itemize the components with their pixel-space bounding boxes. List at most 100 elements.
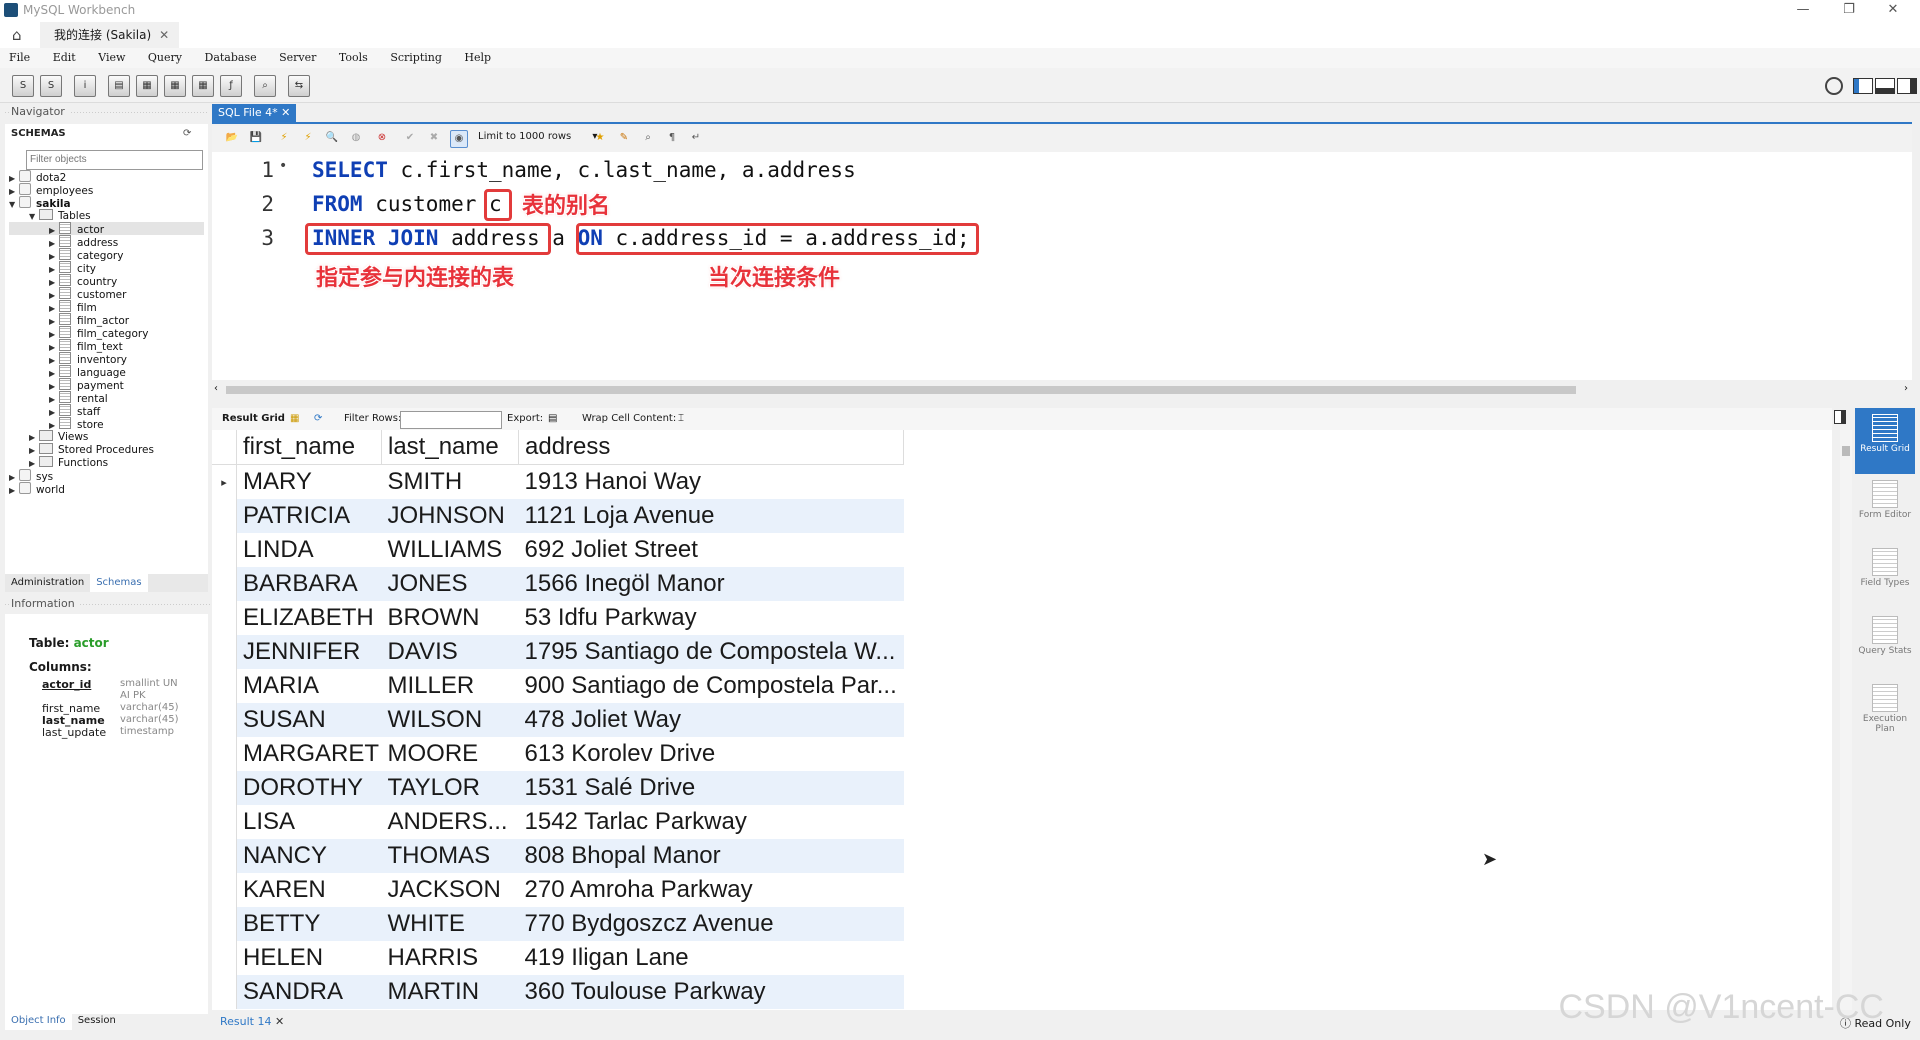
grid-cell-address[interactable]: 692 Joliet Street: [519, 533, 904, 567]
schema-sys[interactable]: ▶ sys: [9, 469, 204, 483]
wrap-cell-icon[interactable]: ⌶: [678, 413, 684, 424]
scrollbar-thumb[interactable]: [1842, 446, 1850, 456]
explain-icon[interactable]: 🔍: [324, 130, 340, 146]
toggle-sidebar-icon[interactable]: [1853, 78, 1873, 94]
create-view-icon[interactable]: ▦: [164, 75, 186, 97]
grid-cell-last-name[interactable]: HARRIS: [382, 941, 519, 975]
execute-icon[interactable]: ⚡: [276, 130, 292, 146]
table-film[interactable]: ▶ film: [9, 300, 204, 314]
create-procedure-icon[interactable]: ▦: [192, 75, 214, 97]
toggle-secondary-sidebar-icon[interactable]: [1897, 78, 1917, 94]
grid-cell-address[interactable]: 1531 Salé Drive: [518, 771, 904, 805]
grid-cell-first-name[interactable]: SUSAN: [236, 703, 382, 737]
scroll-right-icon[interactable]: ›: [1904, 383, 1908, 394]
table-row[interactable]: SANDRA MARTIN 360 Toulouse Parkway: [212, 975, 904, 1009]
grid-cell-first-name[interactable]: BETTY: [236, 907, 382, 941]
invisible-chars-icon[interactable]: ¶: [664, 130, 680, 146]
menu-server[interactable]: Server: [279, 48, 316, 68]
grid-cell-first-name[interactable]: BARBARA: [236, 567, 382, 601]
table-inventory[interactable]: ▶ inventory: [9, 352, 204, 366]
row-header[interactable]: [212, 567, 237, 601]
table-row[interactable]: KAREN JACKSON 270 Amroha Parkway: [212, 873, 904, 907]
grid-cell-first-name[interactable]: MARIA: [237, 669, 382, 703]
schema-employees[interactable]: ▶ employees: [9, 183, 204, 197]
create-schema-icon[interactable]: ▤: [108, 75, 130, 97]
table-address[interactable]: ▶ address: [9, 235, 204, 249]
commit-icon[interactable]: ✔: [402, 130, 418, 146]
menu-tools[interactable]: Tools: [339, 48, 368, 68]
row-header[interactable]: [212, 771, 237, 805]
tab-session[interactable]: Session: [72, 1012, 122, 1030]
grid-cell-address[interactable]: 53 Idfu Parkway: [519, 601, 904, 635]
grid-cell-address[interactable]: 478 Joliet Way: [518, 703, 904, 737]
close-tab-icon[interactable]: ✕: [275, 1015, 284, 1028]
toggle-error-icon[interactable]: ⊗: [374, 130, 390, 146]
scrollbar-thumb[interactable]: [226, 386, 1576, 394]
node-stored-procedures[interactable]: ▶ Stored Procedures: [9, 443, 204, 456]
settings-gear-icon[interactable]: [1825, 77, 1843, 95]
schema-world[interactable]: ▶ world: [9, 482, 204, 496]
table-customer[interactable]: ▶ customer: [9, 287, 204, 301]
sql-editor[interactable]: 1 2 3 • SELECT c.first_name, c.last_name…: [212, 152, 1912, 380]
minimize-button[interactable]: —: [1788, 2, 1818, 17]
grid-cell-last-name[interactable]: JOHNSON: [381, 499, 519, 533]
column-header-first-name[interactable]: first_name: [236, 430, 382, 465]
grid-cell-address[interactable]: 770 Bydgoszcz Avenue: [518, 907, 904, 941]
grid-cell-address[interactable]: 1795 Santiago de Compostela W...: [518, 635, 904, 669]
rollback-icon[interactable]: ✖: [426, 130, 442, 146]
table-country[interactable]: ▶ country: [9, 274, 204, 288]
row-header[interactable]: [212, 907, 237, 941]
grid-cell-first-name[interactable]: ELIZABETH: [237, 601, 382, 635]
menu-database[interactable]: Database: [205, 48, 257, 68]
grid-cell-first-name[interactable]: LINDA: [237, 533, 382, 567]
grid-cell-address[interactable]: 1542 Tarlac Parkway: [519, 805, 904, 839]
table-actor[interactable]: ▶ actor: [9, 222, 204, 236]
find-icon[interactable]: ⌕: [640, 130, 656, 146]
grid-cell-first-name[interactable]: MARGARET: [237, 737, 382, 771]
table-row[interactable]: MARGARET MOORE 613 Korolev Drive: [212, 737, 904, 771]
grid-cell-last-name[interactable]: TAYLOR: [381, 771, 519, 805]
tables-node[interactable]: ▼ Tables: [9, 209, 204, 222]
grid-cell-first-name[interactable]: LISA: [237, 805, 382, 839]
menu-help[interactable]: Help: [464, 48, 491, 68]
table-row[interactable]: DOROTHY TAYLOR 1531 Salé Drive: [212, 771, 904, 805]
inspector-icon[interactable]: i: [74, 75, 96, 97]
grid-cell-last-name[interactable]: MOORE: [382, 737, 519, 771]
filter-rows-input[interactable]: [400, 411, 502, 429]
grid-cell-last-name[interactable]: DAVIS: [381, 635, 519, 669]
table-row[interactable]: BARBARA JONES 1566 Inegöl Manor: [212, 567, 904, 601]
scroll-left-icon[interactable]: ‹: [214, 383, 218, 394]
menu-query[interactable]: Query: [148, 48, 182, 68]
grid-cell-address[interactable]: 900 Santiago de Compostela Par...: [519, 669, 904, 703]
grid-cell-last-name[interactable]: JONES: [381, 567, 519, 601]
grid-cell-address[interactable]: 1913 Hanoi Way: [519, 465, 904, 500]
stop-icon[interactable]: ◍: [348, 130, 364, 146]
close-window-button[interactable]: ✕: [1878, 2, 1908, 17]
schema-sakila[interactable]: ▼ sakila: [9, 196, 204, 210]
search-table-data-icon[interactable]: ⌕: [254, 75, 276, 97]
grid-cell-last-name[interactable]: JACKSON: [382, 873, 519, 907]
grid-cell-first-name[interactable]: HELEN: [237, 941, 382, 975]
grid-vertical-scrollbar[interactable]: [1840, 430, 1852, 1010]
result-grid[interactable]: first_name last_name address ▸ MARY SMITH 1…: [212, 430, 1832, 1010]
connection-tab[interactable]: 我的连接 (Sakila) ✕: [40, 22, 180, 48]
editor-horizontal-scrollbar[interactable]: ‹ ›: [212, 383, 1912, 397]
column-header-address[interactable]: address: [518, 430, 904, 465]
limit-rows-select[interactable]: Limit to 1000 rows ▾: [478, 131, 597, 142]
row-header[interactable]: [212, 839, 237, 873]
table-store[interactable]: ▶ store: [9, 417, 204, 431]
open-file-icon[interactable]: 📂: [224, 130, 240, 146]
grid-cell-first-name[interactable]: NANCY: [236, 839, 382, 873]
reconnect-icon[interactable]: ⇆: [288, 75, 310, 97]
close-tab-icon[interactable]: ✕: [159, 28, 169, 42]
grid-icon[interactable]: ▦: [290, 413, 299, 424]
grid-cell-address[interactable]: 1566 Inegöl Manor: [518, 567, 904, 601]
table-row[interactable]: LISA ANDERS... 1542 Tarlac Parkway: [212, 805, 904, 839]
grid-cell-address[interactable]: 270 Amroha Parkway: [519, 873, 904, 907]
grid-cell-last-name[interactable]: WILSON: [381, 703, 519, 737]
grid-cell-last-name[interactable]: THOMAS: [381, 839, 519, 873]
snippet-icon[interactable]: ✎: [616, 130, 632, 146]
column-header-last-name[interactable]: last_name: [381, 430, 519, 465]
export-icon[interactable]: ▤: [548, 413, 557, 424]
grid-cell-first-name[interactable]: JENNIFER: [236, 635, 382, 669]
